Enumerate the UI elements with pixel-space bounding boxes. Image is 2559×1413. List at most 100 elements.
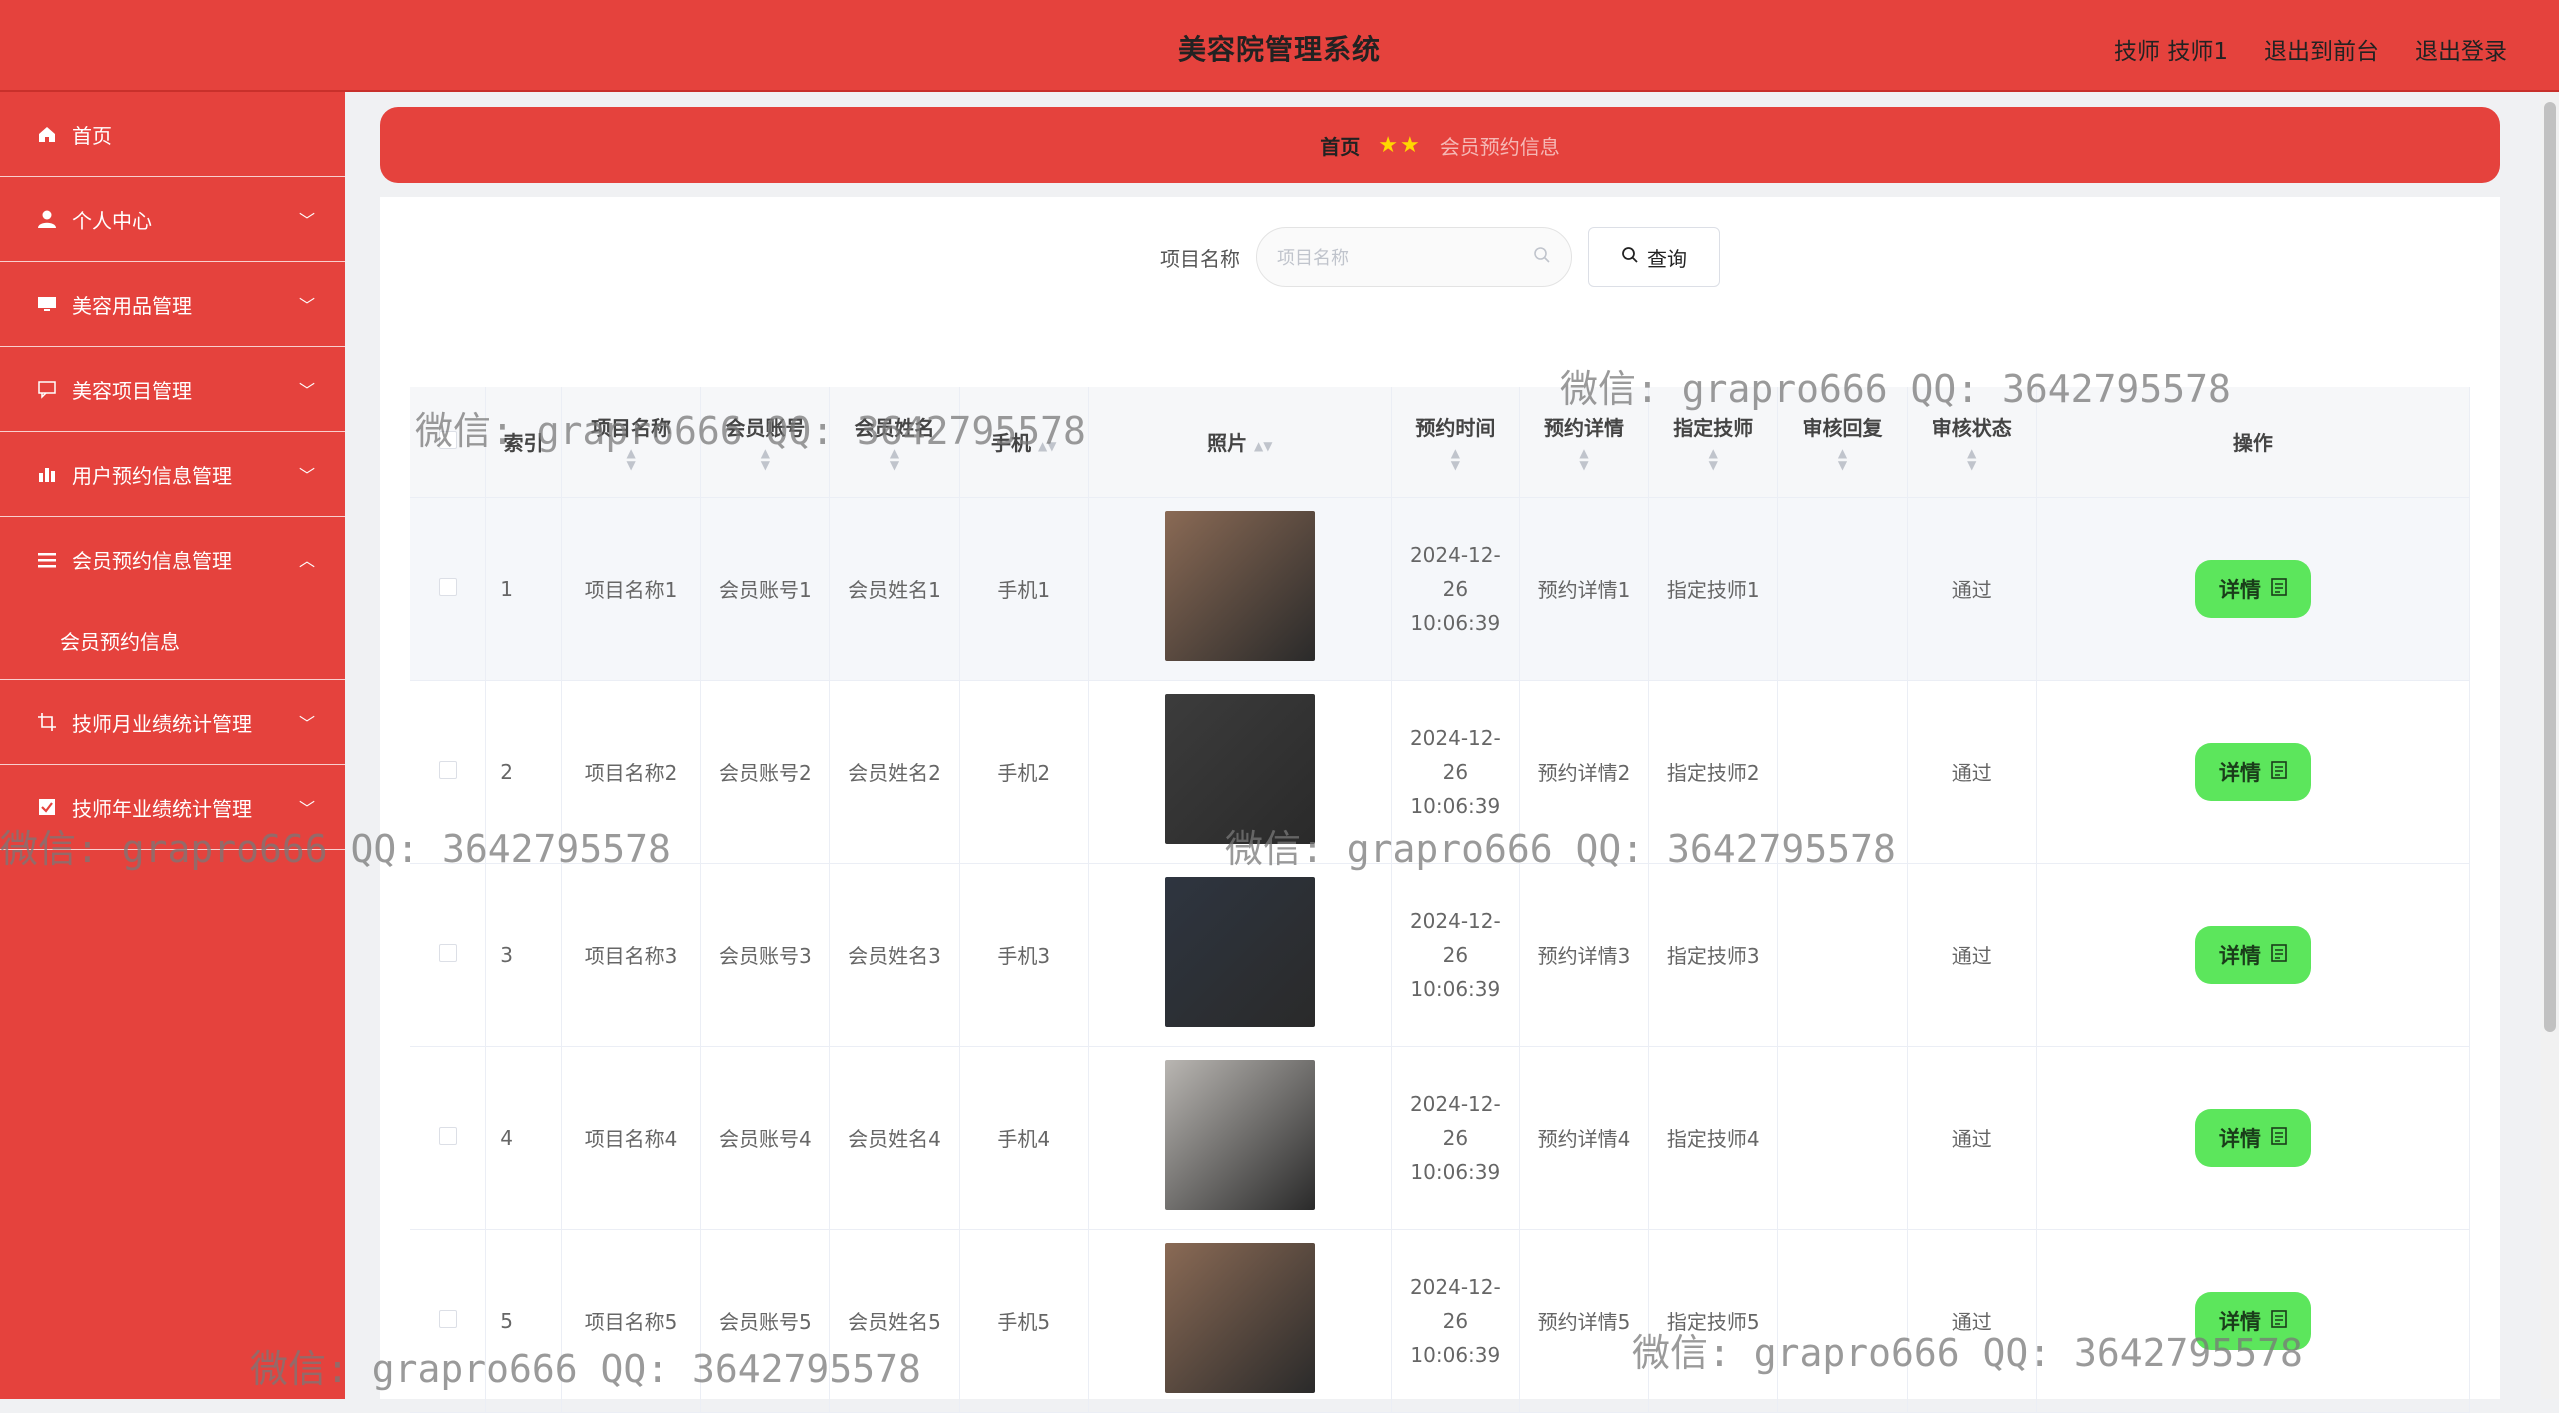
member-photo[interactable] <box>1164 511 1315 661</box>
table-row[interactable]: 4 项目名称4 会员账号4 会员姓名4 手机4 2024-12-26 10:06:39 预约… <box>410 1046 2471 1230</box>
cell-actions: 详情 <box>2036 680 2471 864</box>
cell-detail: 预约详情4 <box>1519 1046 1650 1230</box>
search-placeholder: 项目名称 <box>1277 248 1349 269</box>
sidebar-item-label: 首页 <box>72 123 112 148</box>
cell-index: 4 <box>485 1046 562 1230</box>
sort-icon: ▲▼ <box>760 446 770 473</box>
bar-chart-icon <box>36 463 58 485</box>
member-photo[interactable] <box>1164 1243 1315 1393</box>
document-icon <box>2271 577 2287 601</box>
cell-status: 通过 <box>1907 863 2037 1047</box>
cell-phone: 手机4 <box>959 1046 1089 1230</box>
row-checkbox[interactable] <box>410 680 487 864</box>
cell-name: 会员姓名2 <box>829 680 960 864</box>
detail-button[interactable]: 详情 <box>2194 925 2311 984</box>
cell-actions: 详情 <box>2036 1046 2471 1230</box>
search-icon <box>1621 245 1639 269</box>
sort-icon: ▲▼ <box>889 446 900 473</box>
chevron-down-icon: ﹀ <box>298 714 315 733</box>
sidebar-item-label: 技师年业绩统计管理 <box>72 796 252 821</box>
document-icon <box>2271 1126 2287 1150</box>
chevron-down-icon: ﹀ <box>298 211 315 230</box>
sidebar-item-yearly-stats[interactable]: 技师年业绩统计管理 ﹀ <box>0 765 345 850</box>
chat-icon <box>36 378 58 400</box>
table-row[interactable]: 5 项目名称5 会员账号5 会员姓名5 手机5 2024-12-26 10:06:39 预约… <box>410 1229 2471 1413</box>
cell-project: 项目名称4 <box>561 1046 702 1230</box>
scrollbar-thumb[interactable] <box>2544 102 2556 1032</box>
breadcrumb-current: 会员预约信息 <box>1439 134 1560 159</box>
cell-phone: 手机1 <box>959 497 1089 681</box>
sidebar-item-user-booking[interactable]: 用户预约信息管理 ﹀ <box>0 432 345 517</box>
exit-to-front-link[interactable]: 退出到前台 <box>2264 32 2379 66</box>
cell-phone: 手机2 <box>959 680 1089 864</box>
star-separator-icon: ★★ <box>1378 132 1422 158</box>
detail-button-label: 详情 <box>2218 1309 2261 1334</box>
cell-photo <box>1088 1046 1392 1230</box>
detail-button[interactable]: 详情 <box>2194 1108 2311 1167</box>
detail-button[interactable]: 详情 <box>2194 559 2311 618</box>
cell-project: 项目名称1 <box>561 497 702 681</box>
column-header[interactable]: 预约时间 ▲ ▼ <box>1391 387 1520 498</box>
sidebar-subitem-label: 会员预约信息 <box>60 630 180 654</box>
chevron-up-icon: ︿ <box>298 551 315 570</box>
member-photo[interactable] <box>1164 877 1315 1027</box>
cell-tech: 指定技师1 <box>1648 497 1779 681</box>
cell-reply <box>1777 863 1908 1047</box>
row-checkbox[interactable] <box>410 1229 487 1413</box>
column-header[interactable]: 会员姓名 ▲ ▼ <box>829 387 960 498</box>
search-input[interactable]: 项目名称 <box>1256 227 1572 287</box>
column-header[interactable]: 审核状态 ▲ ▼ <box>1907 387 2037 498</box>
cell-status: 通过 <box>1907 1046 2037 1230</box>
current-user-label[interactable]: 技师 技师1 <box>2114 32 2228 66</box>
cell-time: 2024-12-26 10:06:39 <box>1391 1046 1520 1230</box>
crop-icon <box>36 711 58 733</box>
member-photo[interactable] <box>1164 694 1315 844</box>
column-header[interactable]: 索引 <box>485 387 562 498</box>
member-photo[interactable] <box>1164 1060 1315 1210</box>
cell-detail: 预约详情3 <box>1519 863 1650 1047</box>
cell-project: 项目名称5 <box>561 1229 702 1413</box>
select-all-checkbox[interactable] <box>410 387 487 498</box>
sidebar-item-monthly-stats[interactable]: 技师月业绩统计管理 ﹀ <box>0 680 345 765</box>
sidebar-item-personal-center[interactable]: 个人中心 ﹀ <box>0 177 345 262</box>
search-button[interactable]: 查询 <box>1588 227 1720 287</box>
cell-account: 会员账号5 <box>700 1229 831 1413</box>
row-checkbox[interactable] <box>410 1046 487 1230</box>
table-row[interactable]: 3 项目名称3 会员账号3 会员姓名3 手机3 2024-12-26 10:06:39 预约… <box>410 863 2471 1047</box>
sidebar-item-beauty-projects[interactable]: 美容项目管理 ﹀ <box>0 347 345 432</box>
column-header[interactable]: 手机 ▲▼ <box>959 387 1089 498</box>
sidebar-item-label: 美容项目管理 <box>72 378 192 403</box>
cell-reply <box>1777 497 1908 681</box>
cell-name: 会员姓名3 <box>829 863 960 1047</box>
cell-tech: 指定技师5 <box>1648 1229 1779 1413</box>
checkbox-icon <box>36 796 58 818</box>
cell-status: 通过 <box>1907 497 2037 681</box>
chevron-down-icon: ﹀ <box>298 799 315 818</box>
detail-button[interactable]: 详情 <box>2194 1291 2311 1350</box>
column-header[interactable]: 会员账号 ▲ ▼ <box>700 387 831 498</box>
column-header[interactable]: 预约详情 ▲ ▼ <box>1519 387 1650 498</box>
sidebar-item-home[interactable]: 首页 <box>0 92 345 177</box>
cell-detail: 预约详情2 <box>1519 680 1650 864</box>
sort-icon: ▲▼ <box>1450 446 1460 473</box>
logout-link[interactable]: 退出登录 <box>2415 32 2507 66</box>
column-header[interactable]: 审核回复 ▲ ▼ <box>1777 387 1908 498</box>
cell-tech: 指定技师2 <box>1648 680 1779 864</box>
column-header[interactable]: 指定技师 ▲ ▼ <box>1648 387 1779 498</box>
sidebar-item-member-booking[interactable]: 会员预约信息管理 ︿ <box>0 517 345 602</box>
table-row[interactable]: 1 项目名称1 会员账号1 会员姓名1 手机1 2024-12-26 10:06:39 预约… <box>410 497 2471 681</box>
header-actions: 技师 技师1 退出到前台 退出登录 <box>2114 32 2507 66</box>
monitor-icon <box>36 293 58 315</box>
column-header[interactable]: 照片 ▲▼ <box>1088 387 1392 498</box>
chevron-down-icon: ﹀ <box>298 466 315 485</box>
table-row[interactable]: 2 项目名称2 会员账号2 会员姓名2 手机2 2024-12-26 10:06:39 预约… <box>410 680 2471 864</box>
row-checkbox[interactable] <box>410 497 487 681</box>
row-checkbox[interactable] <box>410 863 487 1047</box>
sidebar-item-beauty-products[interactable]: 美容用品管理 ﹀ <box>0 262 345 347</box>
scrollbar[interactable] <box>2541 92 2559 1399</box>
breadcrumb-home[interactable]: 首页 <box>1320 131 1360 160</box>
detail-button[interactable]: 详情 <box>2194 742 2311 801</box>
cell-tech: 指定技师4 <box>1648 1046 1779 1230</box>
column-header[interactable]: 项目名称 ▲ ▼ <box>561 387 702 498</box>
sidebar-subitem-member-booking-info[interactable]: 会员预约信息 <box>0 602 345 680</box>
